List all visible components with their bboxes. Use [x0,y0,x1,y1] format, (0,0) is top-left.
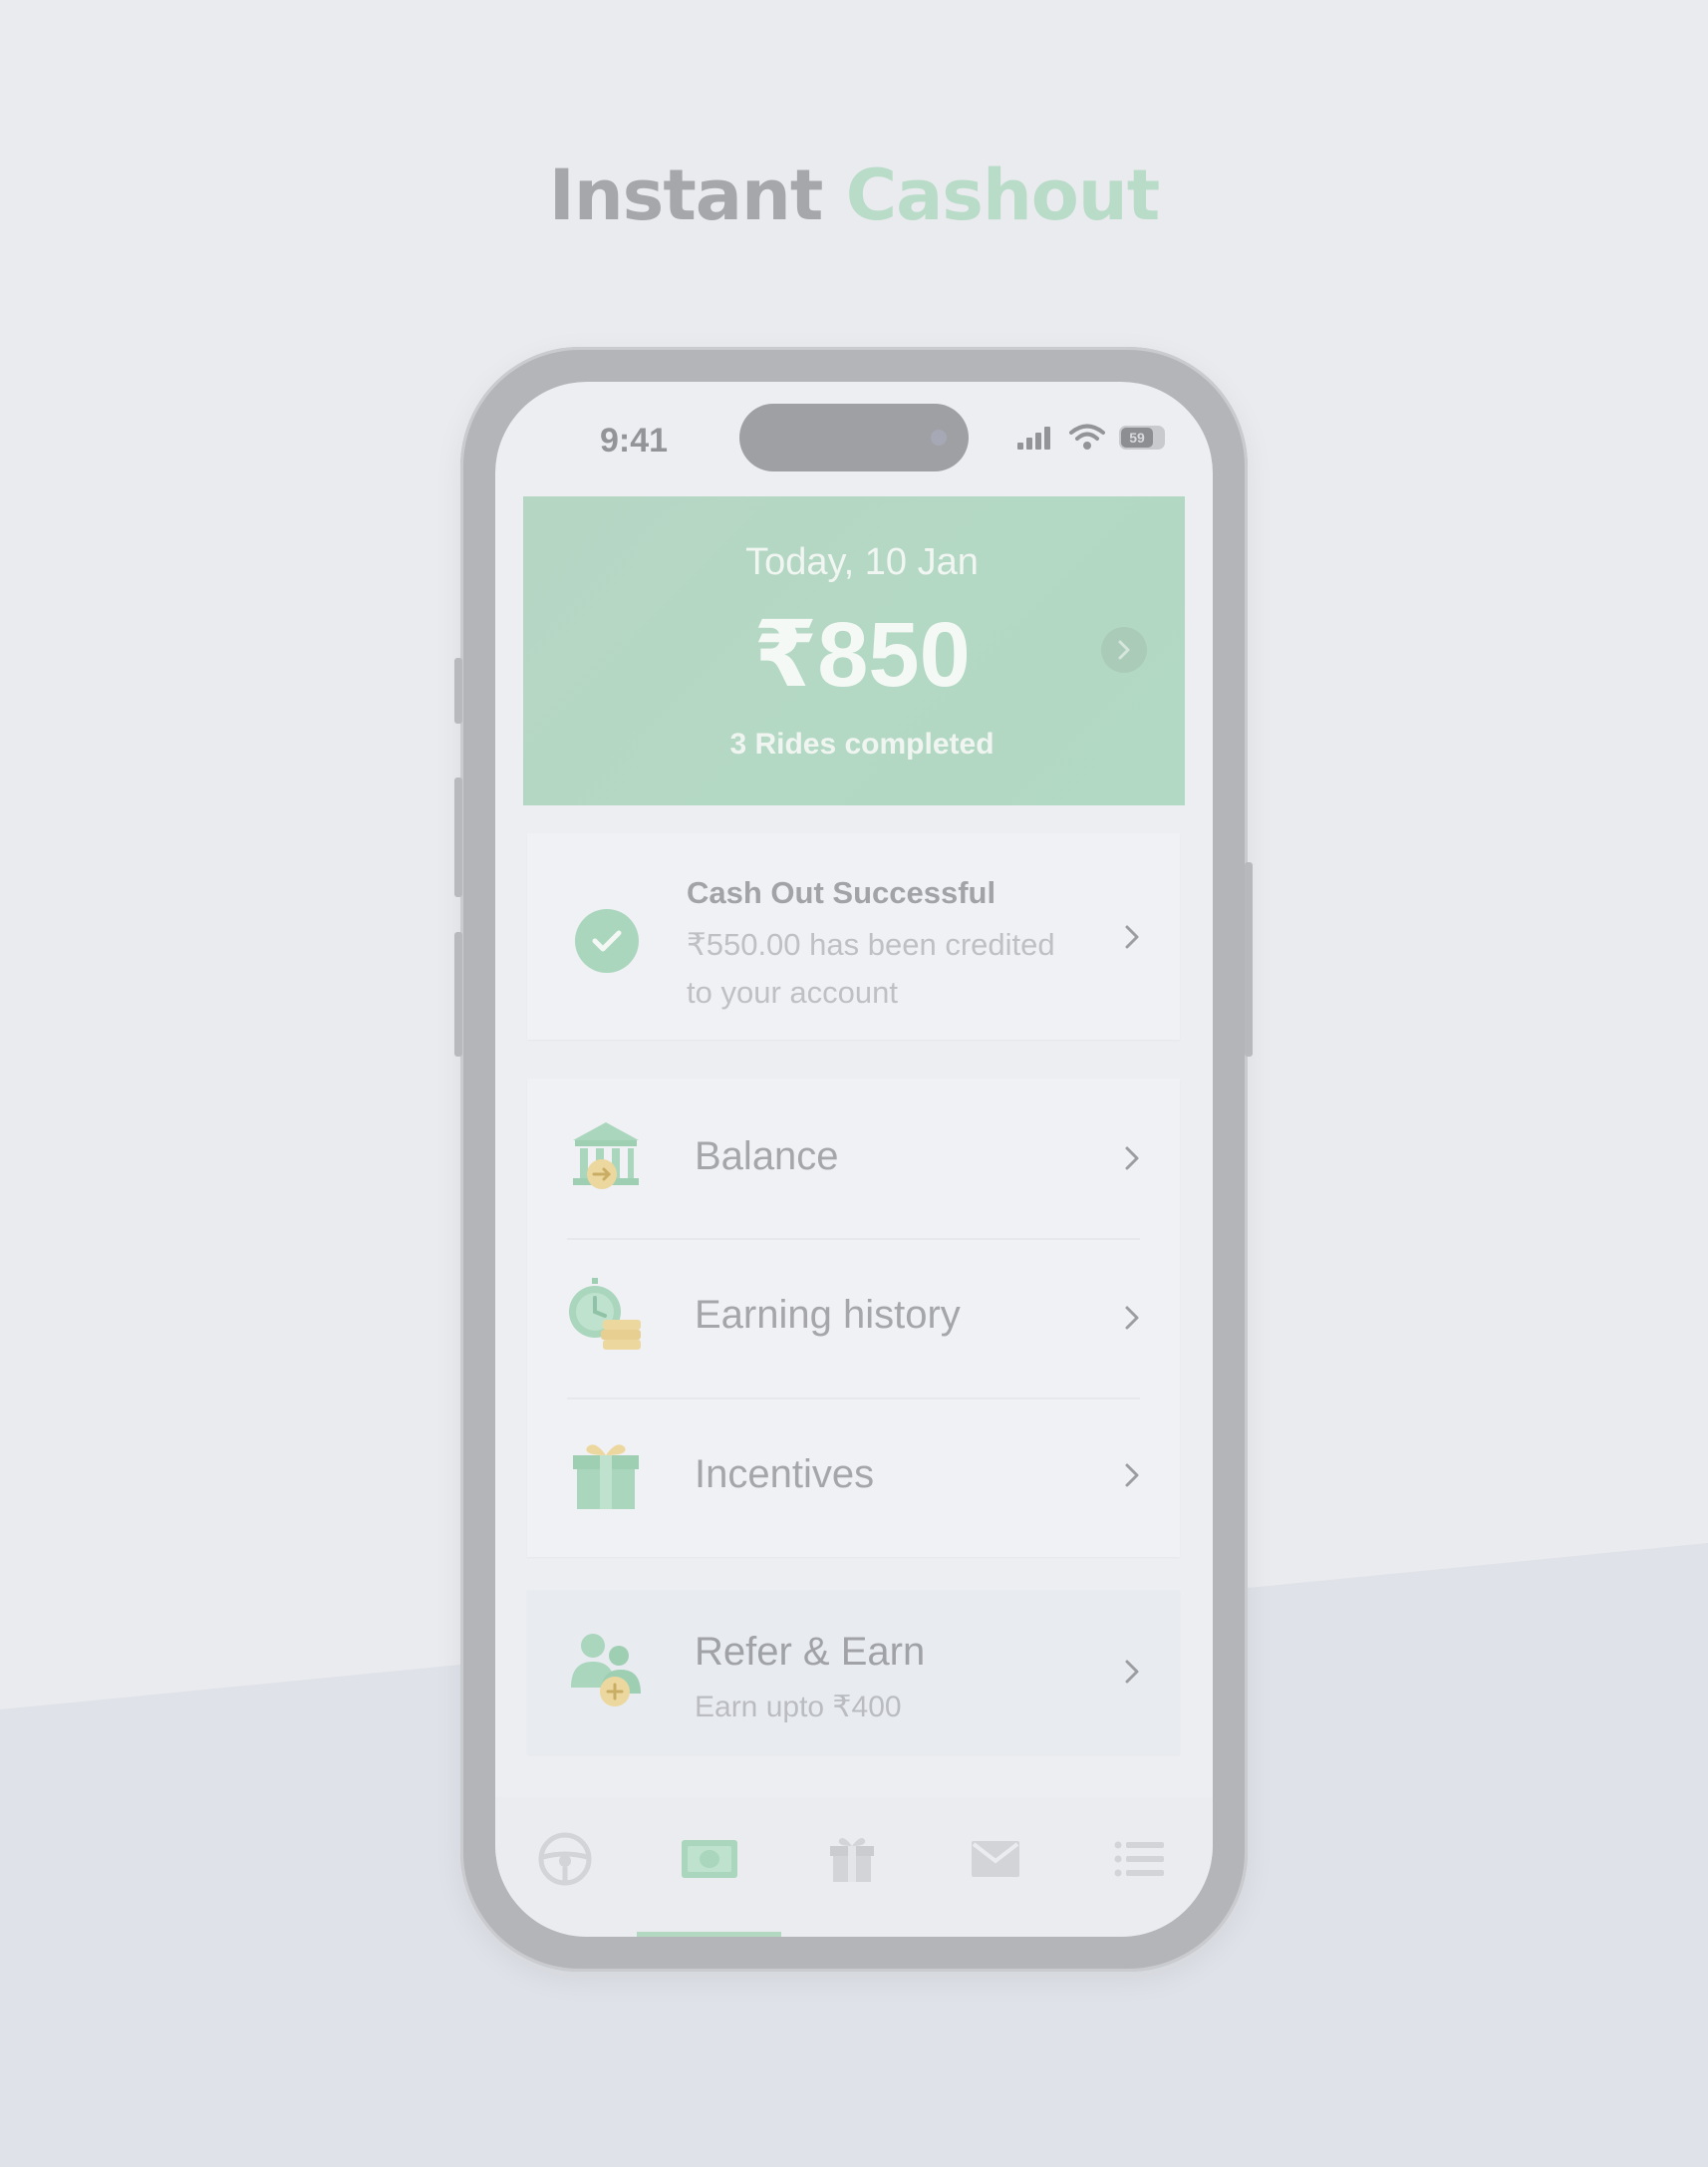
steering-wheel-icon [538,1832,592,1886]
cashout-title: Cash Out Successful [687,875,996,910]
chevron-right-icon [1125,1306,1139,1330]
tab-rides[interactable] [535,1829,595,1889]
earnings-amount: ₹850 [753,604,971,706]
chevron-right-icon [1125,1146,1139,1170]
gift-icon [830,1838,874,1882]
phone-volume-up-button [454,777,462,897]
earnings-details-button[interactable] [1101,627,1147,673]
signal-icon [1017,427,1050,450]
active-tab-indicator [637,1932,781,1937]
phone-action-button [454,658,462,724]
tab-menu[interactable] [1109,1829,1169,1889]
headline-word-instant: Instant [548,155,824,236]
phone-power-button [1245,862,1253,1057]
referral-users-icon [571,1634,641,1706]
cashout-description-line2: to your account [687,975,898,1010]
earnings-menu-card: Balance Earning history Incentives [527,1079,1180,1557]
rides-completed: 3 Rides completed [729,728,995,761]
menu-item-incentives[interactable]: Incentives [527,1397,1180,1557]
headline-word-cashout: Cashout [845,155,1160,236]
chevron-right-icon [1125,1660,1139,1684]
status-time: 9:41 [600,422,669,460]
check-circle-icon [575,909,639,973]
menu-item-label: Balance [695,1134,839,1178]
refer-earn-card[interactable]: Refer & Earn Earn upto ₹400 [527,1590,1180,1754]
dynamic-island [739,404,969,471]
status-icons: 59 [1015,424,1165,452]
phone-volume-down-button [454,932,462,1057]
tab-inbox[interactable] [966,1829,1025,1889]
bank-icon [573,1122,639,1189]
menu-item-label: Incentives [695,1452,875,1496]
menu-item-earning-history[interactable]: Earning history [527,1238,1180,1397]
cashout-description-line1: ₹550.00 has been credited [687,927,1055,962]
mail-icon [972,1841,1019,1877]
chevron-right-icon [1125,1463,1139,1487]
camera-dot [931,430,947,446]
battery-icon: 59 [1119,426,1165,450]
refer-earn-title: Refer & Earn [695,1630,926,1674]
clock-coins-icon [569,1278,641,1350]
cashout-description: ₹550.00 has been credited to your accoun… [687,921,1105,1017]
chevron-right-icon [1125,925,1139,949]
earnings-summary-card[interactable]: Today, 10 Jan ₹850 3 Rides completed [523,496,1185,805]
headline: Instant Cashout [0,155,1708,236]
phone-screen: 9:41 59 Today, 10 Jan ₹850 3 Rides compl… [495,382,1213,1937]
wifi-icon [1069,424,1105,450]
chevron-right-icon [1118,640,1130,660]
battery-level: 59 [1121,428,1153,448]
cash-icon [682,1840,737,1878]
refer-earn-subtitle: Earn upto ₹400 [695,1691,902,1723]
tab-earnings[interactable] [680,1829,739,1889]
menu-item-label: Earning history [695,1293,961,1337]
cashout-success-card[interactable]: Cash Out Successful ₹550.00 has been cre… [527,833,1180,1040]
tab-rewards[interactable] [822,1829,882,1889]
earnings-date: Today, 10 Jan [745,541,979,583]
bottom-tab-bar [495,1797,1213,1937]
gift-icon [573,1444,639,1509]
list-icon [1114,1841,1164,1877]
menu-item-balance[interactable]: Balance [527,1079,1180,1238]
